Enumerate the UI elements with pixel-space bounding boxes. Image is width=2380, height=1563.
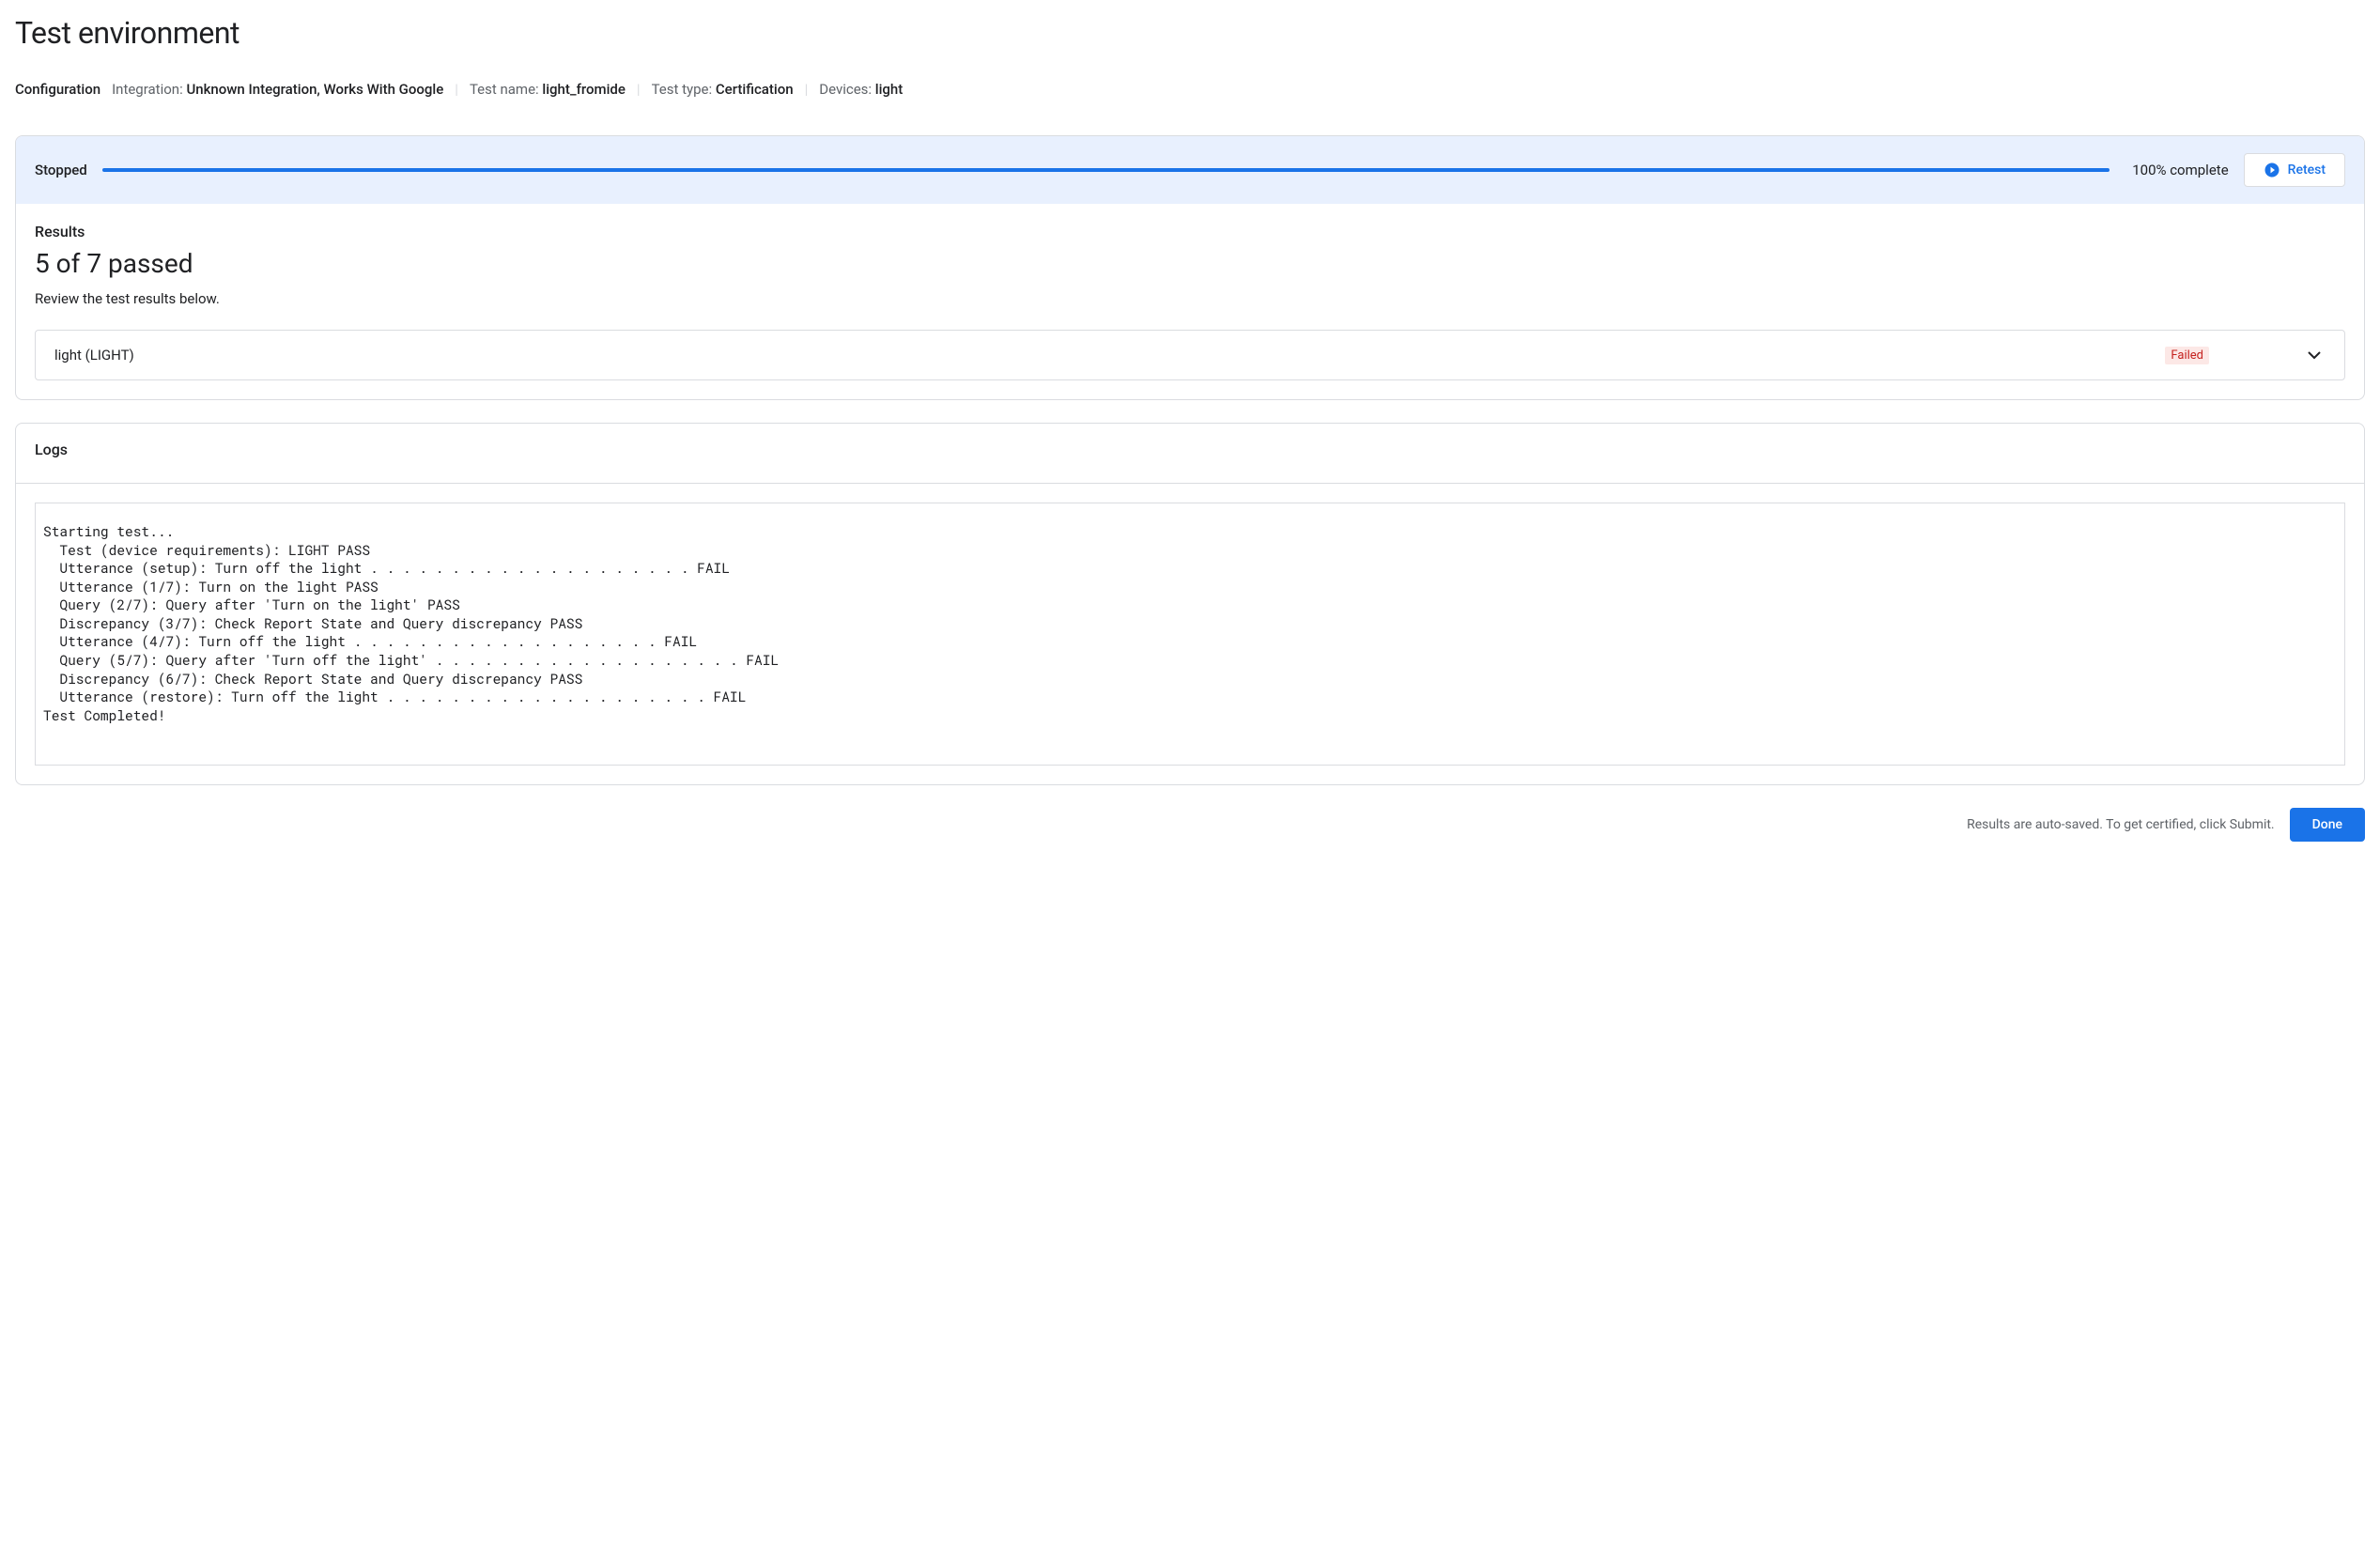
- status-badge-failed: Failed: [2165, 347, 2209, 364]
- test-name-value: light_fromide: [542, 81, 626, 98]
- integration-label-text: Integration:: [112, 81, 183, 98]
- result-row[interactable]: light (LIGHT) Failed: [35, 330, 2345, 380]
- logs-card: Logs Starting test... Test (device requi…: [15, 423, 2365, 785]
- divider: |: [455, 81, 458, 98]
- result-name: light (LIGHT): [54, 347, 134, 364]
- footer-text: Results are auto-saved. To get certified…: [1967, 817, 2275, 832]
- status-bar: Stopped 100% complete Retest: [16, 136, 2364, 204]
- results-summary: 5 of 7 passed: [35, 248, 2345, 279]
- footer: Results are auto-saved. To get certified…: [15, 808, 2365, 842]
- logs-body: Starting test... Test (device requiremen…: [16, 484, 2364, 784]
- logs-title: Logs: [35, 441, 2345, 458]
- integration-value: Unknown Integration, Works With Google: [186, 81, 443, 98]
- test-name-label: Test name: light_fromide: [470, 81, 626, 98]
- results-title: Results: [35, 223, 2345, 240]
- results-hint: Review the test results below.: [35, 290, 2345, 307]
- logs-header: Logs: [16, 424, 2364, 484]
- progress-text: 100% complete: [2132, 162, 2228, 178]
- configuration-label: Configuration: [15, 81, 100, 98]
- progress-bar: [102, 168, 2110, 172]
- page-title: Test environment: [15, 15, 2365, 51]
- play-circle-icon: [2264, 162, 2280, 178]
- results-section: Results 5 of 7 passed Review the test re…: [16, 204, 2364, 399]
- divider: |: [637, 81, 641, 98]
- status-state: Stopped: [35, 162, 87, 178]
- test-type-value: Certification: [716, 81, 794, 98]
- result-right: Failed: [2165, 344, 2326, 366]
- logs-output: Starting test... Test (device requiremen…: [35, 503, 2345, 766]
- test-name-label-text: Test name:: [470, 81, 539, 98]
- devices-value: light: [875, 81, 903, 98]
- configuration-row: Configuration Integration: Unknown Integ…: [15, 81, 2365, 98]
- devices-label-text: Devices:: [819, 81, 872, 98]
- results-card: Stopped 100% complete Retest Results 5 o…: [15, 135, 2365, 400]
- test-type-label: Test type: Certification: [652, 81, 794, 98]
- integration-label: Integration: Unknown Integration, Works …: [112, 81, 443, 98]
- devices-label: Devices: light: [819, 81, 903, 98]
- retest-label: Retest: [2288, 162, 2326, 178]
- done-button[interactable]: Done: [2290, 808, 2365, 842]
- retest-button[interactable]: Retest: [2244, 153, 2345, 187]
- divider: |: [805, 81, 809, 98]
- test-type-label-text: Test type:: [652, 81, 713, 98]
- chevron-down-icon: [2303, 344, 2326, 366]
